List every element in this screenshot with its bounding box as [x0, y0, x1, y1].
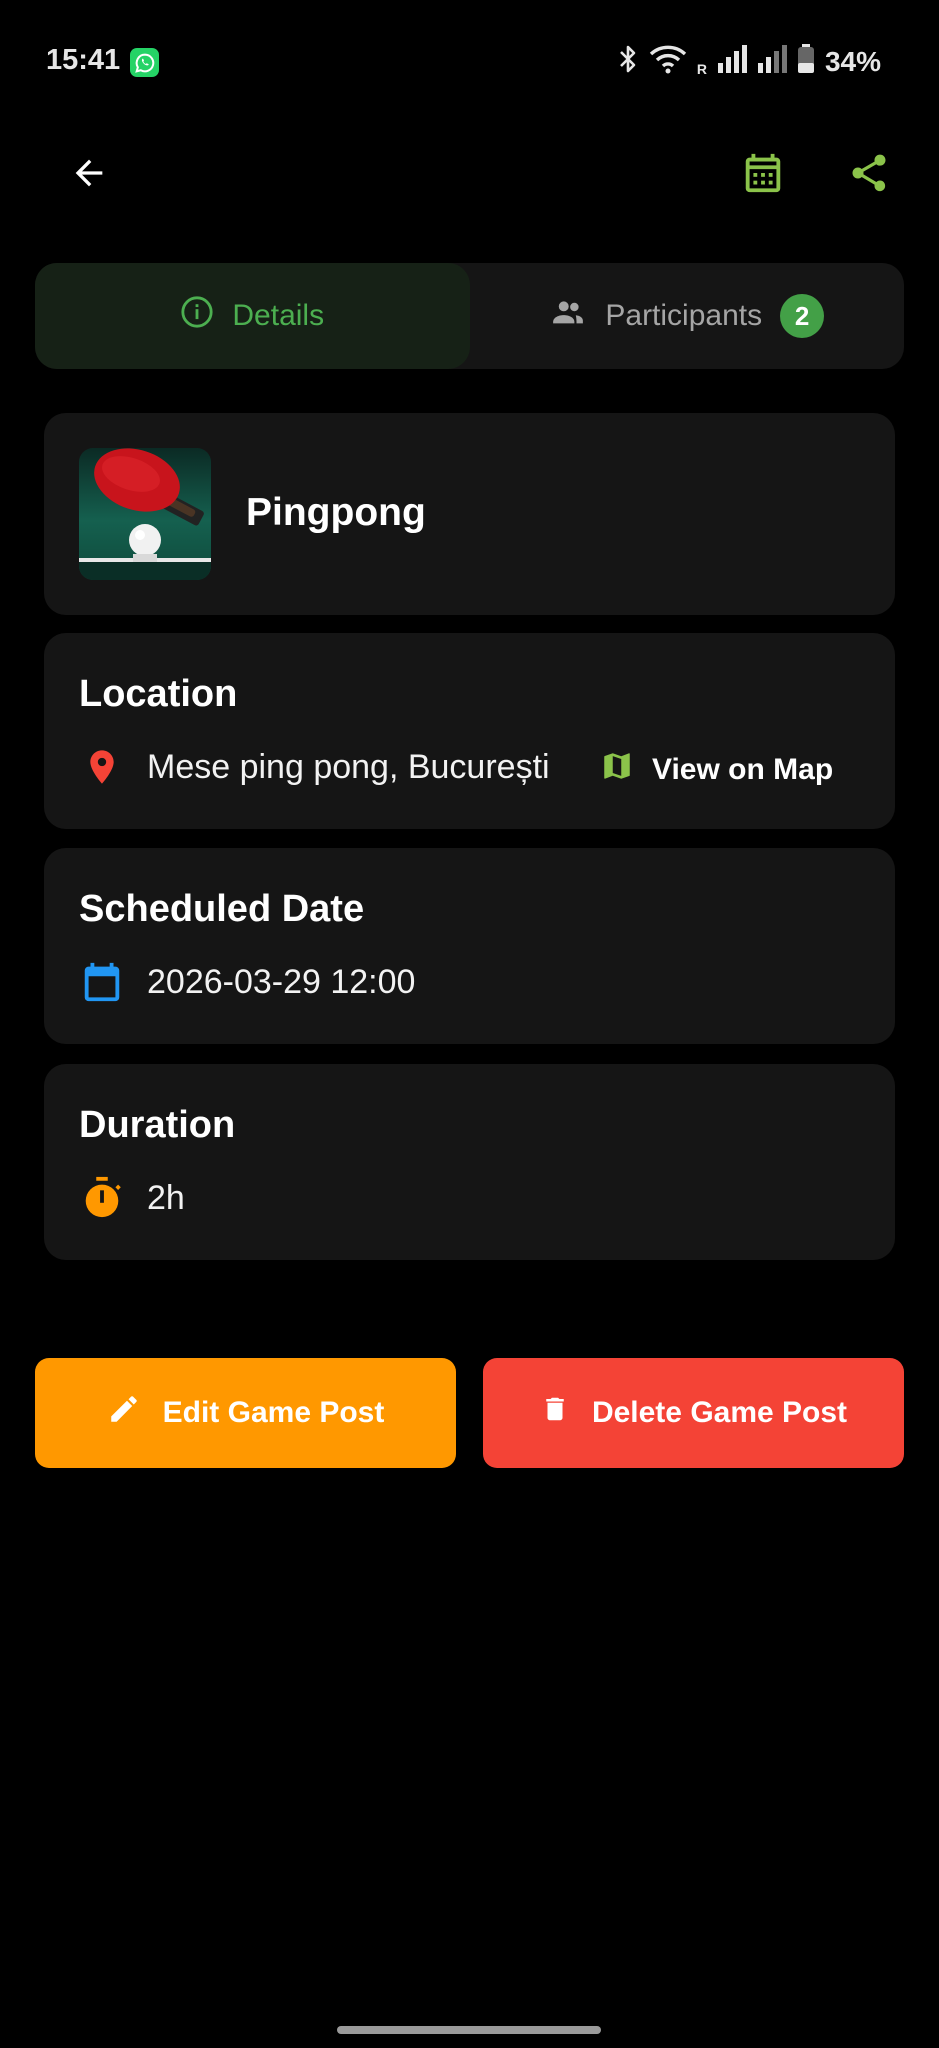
duration-value: 2h [147, 1178, 185, 1217]
scheduled-date-title: Scheduled Date [79, 888, 365, 930]
back-arrow-icon [69, 153, 109, 198]
duration-row: 2h [79, 1174, 185, 1222]
calendar-icon [740, 149, 786, 202]
info-icon [180, 295, 214, 337]
bluetooth-icon [617, 44, 639, 79]
participants-count-badge: 2 [780, 294, 825, 338]
tab-participants-label: Participants [605, 299, 763, 332]
scheduled-date-row: 2026-03-29 12:00 [79, 958, 415, 1006]
scheduled-date-value: 2026-03-29 12:00 [147, 962, 416, 1001]
location-value: Mese ping pong, București [147, 747, 550, 786]
home-indicator[interactable] [337, 2026, 601, 2034]
status-bar: 15:41 R 34% [0, 0, 939, 120]
calendar-icon [79, 958, 125, 1006]
status-icons: R 34% [617, 44, 881, 79]
app-bar [0, 130, 939, 220]
ping-pong-thumbnail [79, 448, 211, 580]
view-on-map-button[interactable]: View on Map [600, 749, 833, 791]
share-icon [847, 150, 891, 201]
location-title: Location [79, 673, 238, 715]
whatsapp-icon [130, 48, 159, 77]
duration-title: Duration [79, 1104, 236, 1146]
tab-participants[interactable]: Participants 2 [470, 263, 905, 369]
location-pin-icon [79, 743, 125, 791]
location-row: Mese ping pong, București [79, 743, 550, 791]
back-button[interactable] [54, 140, 124, 210]
delete-game-post-label: Delete Game Post [591, 1396, 848, 1429]
delete-game-post-button[interactable]: Delete Game Post [483, 1358, 904, 1468]
scheduled-date-card: Scheduled Date 2026-03-29 12:00 [44, 848, 895, 1044]
map-icon [600, 749, 634, 791]
pencil-icon [107, 1392, 141, 1434]
duration-card: Duration 2h [44, 1064, 895, 1260]
edit-game-post-button[interactable]: Edit Game Post [35, 1358, 456, 1468]
edit-game-post-label: Edit Game Post [162, 1396, 385, 1429]
battery-icon [797, 44, 815, 79]
view-on-map-label: View on Map [652, 753, 834, 786]
trash-icon [540, 1391, 570, 1435]
location-card: Location Mese ping pong, București View … [44, 633, 895, 829]
tab-details[interactable]: Details [35, 263, 470, 369]
status-time: 15:41 [46, 44, 121, 76]
wifi-icon [649, 44, 687, 79]
add-to-calendar-button[interactable] [728, 140, 798, 210]
battery-percent: 34% [824, 45, 881, 77]
tab-details-label: Details [232, 299, 325, 332]
sport-name: Pingpong [246, 491, 426, 534]
sport-card: Pingpong [44, 413, 895, 615]
share-button[interactable] [834, 140, 904, 210]
roaming-indicator: R [696, 60, 707, 77]
people-icon [549, 295, 587, 337]
stopwatch-icon [79, 1174, 125, 1222]
tab-bar: Details Participants 2 [35, 263, 904, 369]
signal-icon [757, 45, 787, 78]
signal-icon [717, 45, 747, 78]
